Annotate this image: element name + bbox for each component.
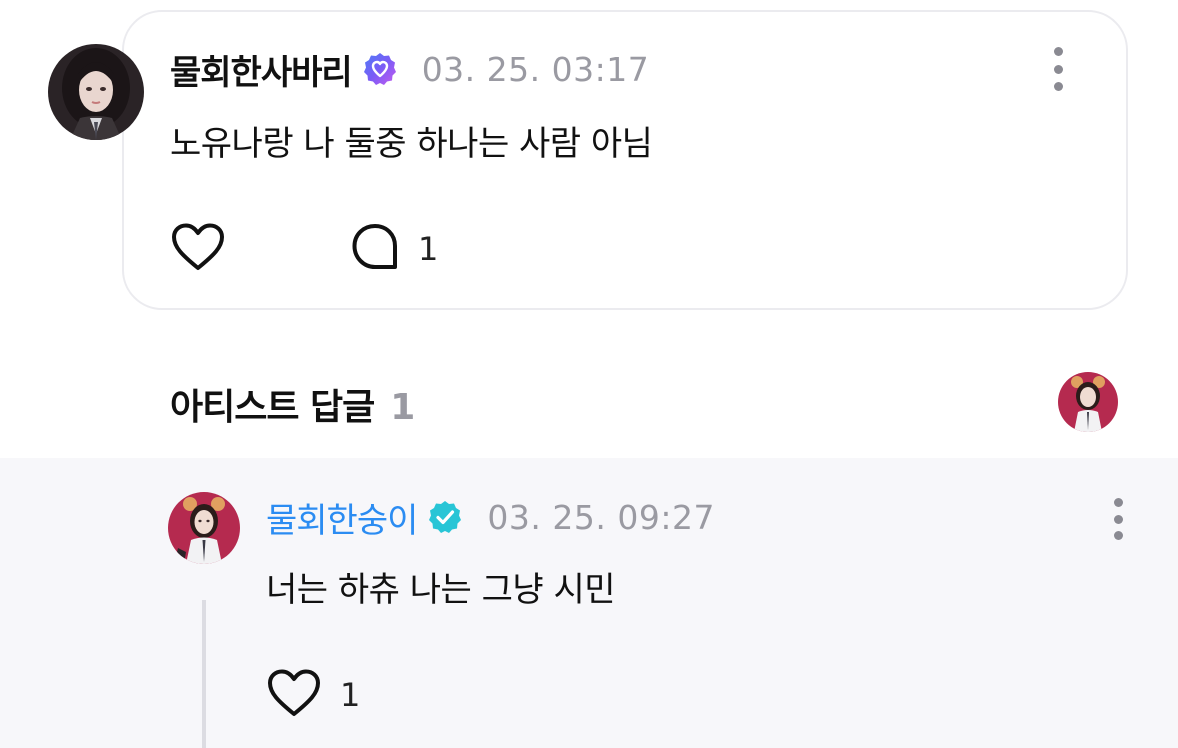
post-author-row: 물회한사바리 03. 25. 03:17 <box>170 45 650 94</box>
artist-replies-count: 1 <box>390 387 416 428</box>
reply-more-options-icon[interactable] <box>1108 498 1128 540</box>
artist-avatar-small[interactable] <box>1058 372 1118 432</box>
post-author-avatar[interactable] <box>48 44 144 140</box>
reply-author-avatar[interactable] <box>168 492 240 564</box>
post-more-options-icon[interactable] <box>1048 47 1068 91</box>
reply-author-row: 물회한숭이 03. 25. 09:27 <box>266 493 715 542</box>
verified-check-badge-icon <box>427 499 463 535</box>
heart-icon <box>266 668 322 722</box>
post-comment-count: 1 <box>418 230 439 268</box>
reply-like-count: 1 <box>340 676 361 714</box>
post-author-name[interactable]: 물회한사바리 <box>170 45 353 94</box>
comment-bubble-icon <box>350 222 400 276</box>
artist-replies-title: 아티스트 답글 <box>170 387 375 428</box>
reply-author-name[interactable]: 물회한숭이 <box>266 493 418 542</box>
post-timestamp: 03. 25. 03:17 <box>421 49 650 89</box>
reply-like-button[interactable]: 1 <box>266 668 360 722</box>
heart-icon <box>170 222 226 276</box>
reply-text: 너는 하츄 나는 그냥 시민 <box>266 570 616 610</box>
thread-connector-line <box>202 600 206 748</box>
post-like-button[interactable] <box>170 222 226 276</box>
comment-thread-page: 물회한사바리 03. 25. 03:17 노유나랑 나 둘중 하나는 사람 아님 <box>0 0 1178 748</box>
artist-replies-header: 아티스트 답글 1 <box>170 378 415 430</box>
verified-heart-badge-icon <box>362 51 398 87</box>
post-text: 노유나랑 나 둘중 하나는 사람 아님 <box>170 124 653 164</box>
reply-timestamp: 03. 25. 09:27 <box>487 497 715 537</box>
post-comment-button[interactable]: 1 <box>350 222 438 276</box>
